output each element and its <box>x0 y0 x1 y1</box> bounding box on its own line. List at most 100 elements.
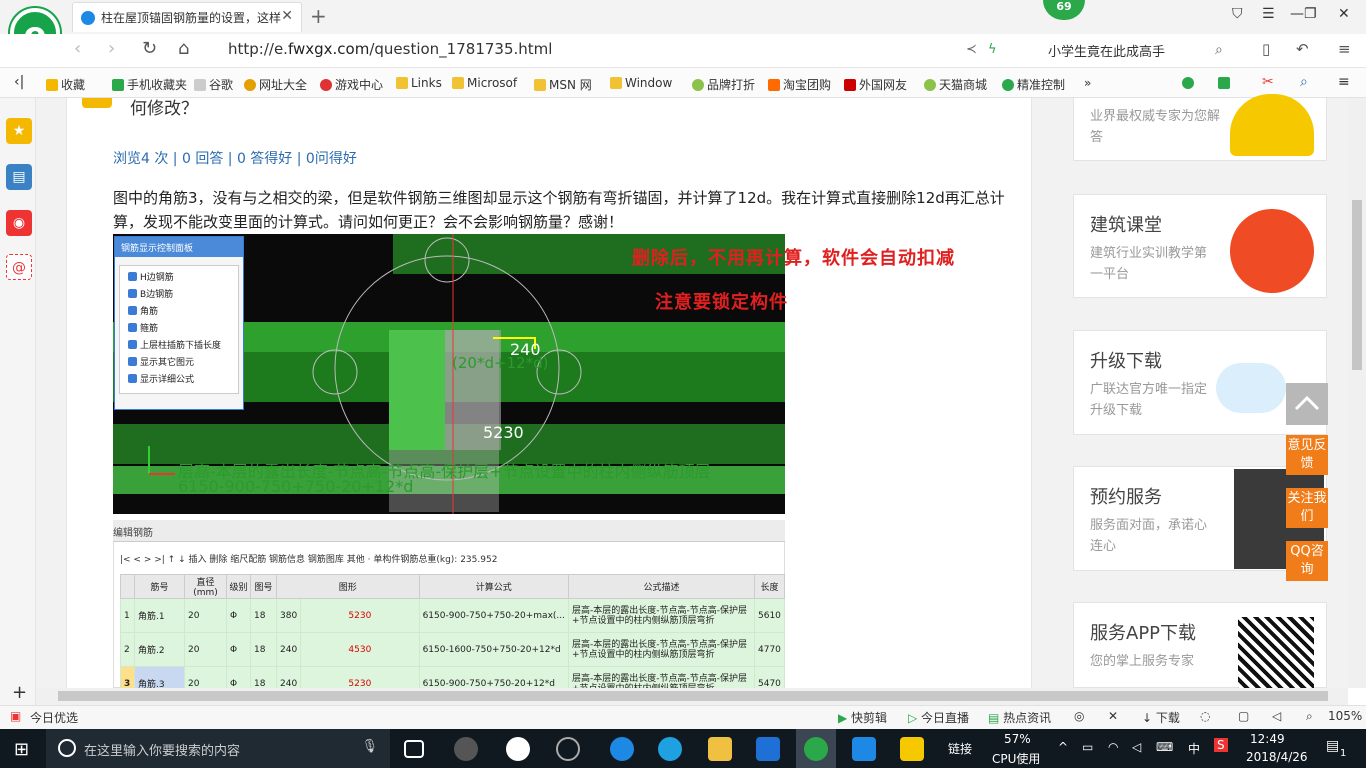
tools-icon[interactable]: ✕ <box>1108 709 1118 723</box>
notes-icon[interactable] <box>900 737 924 761</box>
volume-icon[interactable]: ◁ <box>1132 740 1141 754</box>
notification-center-icon[interactable]: ▤ <box>1326 738 1339 754</box>
feedback-button[interactable]: 意见反馈 <box>1286 435 1328 475</box>
glodon-icon[interactable] <box>756 737 780 761</box>
share-icon[interactable]: ≺ <box>966 42 977 57</box>
battery-icon[interactable]: ▭ <box>1082 740 1093 754</box>
sidebar-toggle-icon[interactable]: ‹| <box>14 74 24 90</box>
bookmark-item[interactable]: MSN 网 <box>534 76 592 93</box>
back-icon[interactable]: ‹ <box>74 38 81 59</box>
shield-icon[interactable] <box>1182 76 1197 90</box>
question-stats[interactable]: 浏览4 次 | 0 回答 | 0 答得好 | 0问得好 <box>113 148 357 168</box>
bookmark-item[interactable]: 品牌打折 <box>692 76 755 93</box>
bookmark-item[interactable]: Links <box>396 76 442 90</box>
add-sidebar-icon[interactable]: + <box>12 682 27 703</box>
tab-close-icon[interactable]: ✕ <box>281 8 293 24</box>
building-class-card[interactable]: 建筑课堂 建筑行业实训教学第一平台 <box>1073 194 1327 298</box>
card-title: 服务APP下载 <box>1090 623 1197 644</box>
chevron-up-icon[interactable]: ^ <box>1058 740 1068 754</box>
clean-icon[interactable]: ◌ <box>1200 709 1210 723</box>
sogou-icon[interactable]: S <box>1214 738 1228 752</box>
clock-time[interactable]: 12:49 <box>1250 732 1285 746</box>
app-icon[interactable] <box>454 737 478 761</box>
status-item[interactable]: ▤ 热点资讯 <box>988 709 1051 726</box>
bookmark-item[interactable]: 外国网友 <box>844 76 907 93</box>
ie-icon[interactable] <box>658 737 682 761</box>
file-explorer-icon[interactable] <box>708 737 732 761</box>
bookmark-item[interactable]: 谷歌 <box>194 76 233 93</box>
close-window-icon[interactable]: ✕ <box>1338 6 1350 22</box>
minimize-icon[interactable]: — <box>1290 6 1304 22</box>
zoom-icon[interactable]: ⌕ <box>1306 709 1313 724</box>
status-item[interactable]: ▷ 今日直播 <box>908 709 969 726</box>
email-icon[interactable]: @ <box>6 254 32 280</box>
edge-icon[interactable] <box>610 737 634 761</box>
speed-icon[interactable]: ◎ <box>1074 709 1084 723</box>
gift-icon[interactable]: ▣ <box>10 709 21 723</box>
lightning-icon[interactable]: ϟ <box>988 42 997 57</box>
url-field[interactable]: http://e.fwxgx.com/question_1781735.html <box>228 40 552 58</box>
bookmark-item[interactable]: Microsof <box>452 76 517 90</box>
keyboard-icon[interactable]: ⌨ <box>1156 740 1173 754</box>
refresh-icon[interactable]: ↻ <box>142 38 157 59</box>
window-icon[interactable]: ▢ <box>1238 709 1249 723</box>
browser-e-icon[interactable] <box>506 737 530 761</box>
bookmark-item[interactable]: Window <box>610 76 672 90</box>
browser-active-icon[interactable] <box>804 737 828 761</box>
row-number: 1 <box>120 598 135 633</box>
follow-us-button[interactable]: 关注我们 <box>1286 488 1328 528</box>
search-icon[interactable]: ⌕ <box>1215 42 1223 58</box>
bookmark-item[interactable]: 淘宝团购 <box>768 76 831 93</box>
forward-icon[interactable]: › <box>108 38 115 59</box>
qq-consult-button[interactable]: QQ咨询 <box>1286 541 1328 581</box>
bookmark-item[interactable]: 精准控制 <box>1002 76 1065 93</box>
app-icon[interactable] <box>852 737 876 761</box>
bookmark-item[interactable]: 游戏中心 <box>320 76 383 93</box>
bookmark-item[interactable]: 手机收藏夹 <box>112 76 187 93</box>
ime-indicator[interactable]: 中 <box>1188 740 1200 757</box>
menu-icon[interactable]: ☰ <box>1262 6 1275 22</box>
reading-list-icon[interactable]: ▤ <box>6 164 32 190</box>
hamburger-menu-icon[interactable]: ≡ <box>1338 40 1351 58</box>
windows-start-icon[interactable]: ⊞ <box>14 739 29 760</box>
taskbar-link[interactable]: 链接 <box>948 740 972 757</box>
translate-icon[interactable] <box>1218 76 1233 90</box>
status-item[interactable]: ↓ 下载 <box>1142 709 1180 726</box>
vertical-scroll-thumb[interactable] <box>1352 200 1362 370</box>
zoom-level[interactable]: 105% <box>1328 709 1362 723</box>
app-icon[interactable] <box>556 737 580 761</box>
bookmark-item[interactable]: 收藏 <box>46 76 85 93</box>
restore-icon[interactable]: ❐ <box>1304 6 1317 22</box>
app-download-card[interactable]: 服务APP下载 您的掌上服务专家 <box>1073 602 1327 693</box>
url-host: fwxgx.com <box>287 40 370 58</box>
weibo-icon[interactable]: ◉ <box>6 210 32 236</box>
tab-title: 柱在屋顶锚固钢筋量的设置，这样 <box>101 11 282 25</box>
clock-date[interactable]: 2018/4/26 <box>1246 750 1308 764</box>
more-tools-icon[interactable]: ≡ <box>1338 74 1350 90</box>
wifi-icon[interactable]: ◠ <box>1108 740 1118 754</box>
new-tab-icon[interactable]: + <box>310 4 327 28</box>
mute-icon[interactable]: ◁ <box>1272 709 1281 723</box>
rebar-table: 筋号 直径(mm) 级别 图号 图形 计算公式 公式描述 长度 1 角筋.1 2… <box>120 574 785 701</box>
search-input[interactable]: 小学生竟在此成高手 <box>1040 38 1240 62</box>
status-today-picks[interactable]: 今日优选 <box>30 709 78 726</box>
browser-tab[interactable]: 柱在屋顶锚固钢筋量的设置，这样 ✕ <box>72 2 302 32</box>
scissors-icon[interactable]: ✂ <box>1262 74 1274 90</box>
undo-icon[interactable]: ↶ <box>1296 40 1309 58</box>
shirt-skin-icon[interactable]: ⛉ <box>1232 6 1243 22</box>
status-item[interactable]: ▶ 快剪辑 <box>838 709 887 726</box>
task-view-icon[interactable] <box>404 740 424 758</box>
microphone-icon[interactable]: 🎙 <box>361 739 378 754</box>
horizontal-scroll-thumb[interactable] <box>58 691 1328 701</box>
more-bookmarks-icon[interactable]: » <box>1084 76 1091 90</box>
taskbar-search-input[interactable]: 在这里输入你要搜索的内容 🎙 <box>46 729 390 768</box>
bookmark-item[interactable]: 天猫商城 <box>924 76 987 93</box>
vertical-scrollbar[interactable] <box>1348 98 1366 688</box>
mobile-icon[interactable]: ▯ <box>1262 40 1270 58</box>
magnifier-icon[interactable]: ⌕ <box>1300 74 1308 90</box>
favorites-star-icon[interactable]: ★ <box>6 118 32 144</box>
back-to-top-icon[interactable] <box>1286 383 1328 425</box>
home-icon[interactable]: ⌂ <box>178 38 189 59</box>
bookmark-item[interactable]: 网址大全 <box>244 76 307 93</box>
expert-card[interactable]: 业界最权威专家为您解答 <box>1073 94 1327 161</box>
